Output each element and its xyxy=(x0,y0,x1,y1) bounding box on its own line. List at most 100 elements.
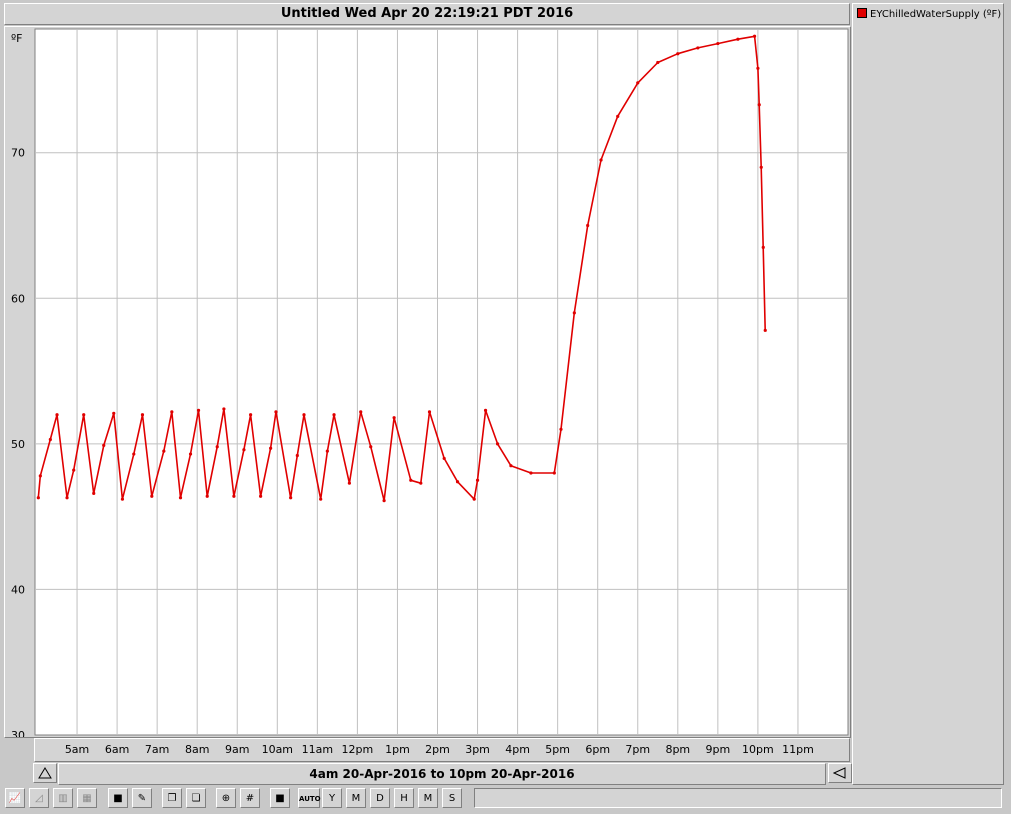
grid-icon[interactable]: # xyxy=(240,788,260,808)
data-point xyxy=(92,491,96,495)
data-point xyxy=(761,245,765,249)
data-point xyxy=(472,497,476,501)
x-tick-label: 8am xyxy=(184,743,210,756)
save-icon[interactable]: ■ xyxy=(270,788,290,808)
data-point xyxy=(455,480,460,484)
plot-area[interactable]: 30 40 50 60 70 ºF xyxy=(4,26,851,738)
3d-box-icon[interactable]: ■ xyxy=(108,788,128,808)
data-point xyxy=(215,445,219,449)
data-point xyxy=(82,413,86,417)
x-tick-label: 11am xyxy=(301,743,334,756)
data-point xyxy=(102,443,106,447)
x-tick-label: 10am xyxy=(261,743,294,756)
data-point xyxy=(140,413,145,417)
data-point xyxy=(636,81,640,85)
month-button[interactable]: M xyxy=(346,788,366,808)
x-axis-strip: 5am 6am 7am 8am 9am 10am 11am 12pm 1pm 2pm 3pm 4pm 5… xyxy=(34,738,850,762)
x-tick-label: 2pm xyxy=(425,743,450,756)
area-chart-icon[interactable]: ◿ xyxy=(29,788,49,808)
bar-chart-icon[interactable]: ▥ xyxy=(53,788,73,808)
data-point xyxy=(319,497,323,501)
x-tick-label: 9am xyxy=(225,743,250,756)
data-point xyxy=(427,410,432,414)
data-point xyxy=(347,481,351,485)
data-point xyxy=(289,496,293,500)
zoom-icon[interactable]: ⊕ xyxy=(216,788,236,808)
data-point xyxy=(359,410,363,414)
data-point xyxy=(676,52,680,56)
data-point xyxy=(188,452,193,456)
legend-entry[interactable]: EYChilledWaterSupply (ºF) xyxy=(857,8,1001,20)
x-tick-label: 7pm xyxy=(625,743,651,756)
data-point xyxy=(120,497,125,501)
data-point xyxy=(509,464,513,468)
data-point xyxy=(332,413,336,417)
data-point xyxy=(170,410,174,414)
data-point xyxy=(756,66,760,70)
data-point xyxy=(763,328,767,332)
legend-label: EYChilledWaterSupply (ºF) xyxy=(870,9,1002,20)
x-tick-label: 5am xyxy=(64,743,90,756)
data-point xyxy=(696,46,700,50)
day-button[interactable]: D xyxy=(370,788,390,808)
hour-button[interactable]: H xyxy=(394,788,414,808)
y-tick-label: 30 xyxy=(11,729,25,737)
triangle-up-icon xyxy=(38,767,52,779)
data-point xyxy=(599,158,603,162)
triangle-left-icon xyxy=(832,767,846,779)
x-tick-label: 11pm xyxy=(782,743,814,756)
x-tick-label: 6pm xyxy=(585,743,611,756)
x-tick-label: 8pm xyxy=(665,743,691,756)
data-point xyxy=(38,474,42,478)
auto-button[interactable]: AUTO xyxy=(298,788,321,808)
data-point xyxy=(483,408,488,412)
x-tick-label: 12pm xyxy=(341,743,374,756)
paste-icon[interactable]: ❏ xyxy=(186,788,206,808)
brush-icon[interactable]: ✎ xyxy=(132,788,152,808)
scroll-up-button[interactable] xyxy=(33,763,57,783)
chart-title: Untitled Wed Apr 20 22:19:21 PDT 2016 xyxy=(4,3,850,25)
toolbar: 📈 ◿ ▥ ▦ ■ ✎ ❐ ❏ ⊕ # ■ AUTO Y M D H M S xyxy=(0,786,1011,812)
data-point xyxy=(442,456,446,461)
legend-panel: EYChilledWaterSupply (ºF) xyxy=(852,3,1004,785)
year-button[interactable]: Y xyxy=(322,788,342,808)
minute-button[interactable]: M xyxy=(418,788,438,808)
data-point xyxy=(162,449,166,453)
data-point xyxy=(132,452,136,456)
y-axis-unit-label: ºF xyxy=(11,32,23,45)
x-tick-label: 4pm xyxy=(505,743,530,756)
x-tick-label: 6am xyxy=(104,743,130,756)
data-point xyxy=(112,411,116,415)
x-tick-label: 10pm xyxy=(742,743,774,756)
line-chart-icon[interactable]: 📈 xyxy=(5,788,25,808)
data-point xyxy=(196,408,201,412)
data-point xyxy=(475,478,480,482)
data-point xyxy=(616,114,620,118)
data-point xyxy=(382,499,386,503)
data-point xyxy=(716,41,720,46)
copy-icon[interactable]: ❐ xyxy=(162,788,182,808)
data-point xyxy=(232,494,236,498)
data-point xyxy=(392,416,396,420)
x-tick-label: 3pm xyxy=(465,743,490,756)
second-button[interactable]: S xyxy=(442,788,462,808)
data-point xyxy=(274,410,278,414)
data-point xyxy=(48,437,52,442)
data-point xyxy=(36,496,40,500)
data-point xyxy=(495,442,500,446)
data-point xyxy=(529,471,533,475)
data-point xyxy=(55,413,59,417)
scroll-left-button[interactable] xyxy=(828,763,852,783)
data-point xyxy=(559,427,563,431)
table-icon[interactable]: ▦ xyxy=(77,788,97,808)
data-point xyxy=(222,407,226,411)
data-point xyxy=(325,449,329,453)
status-field xyxy=(474,788,1002,808)
x-tick-label: 1pm xyxy=(385,743,410,756)
data-point xyxy=(759,165,763,169)
data-point xyxy=(178,496,183,500)
data-point xyxy=(150,494,154,498)
data-point xyxy=(65,496,69,500)
data-point xyxy=(572,311,576,315)
data-point xyxy=(409,478,413,482)
